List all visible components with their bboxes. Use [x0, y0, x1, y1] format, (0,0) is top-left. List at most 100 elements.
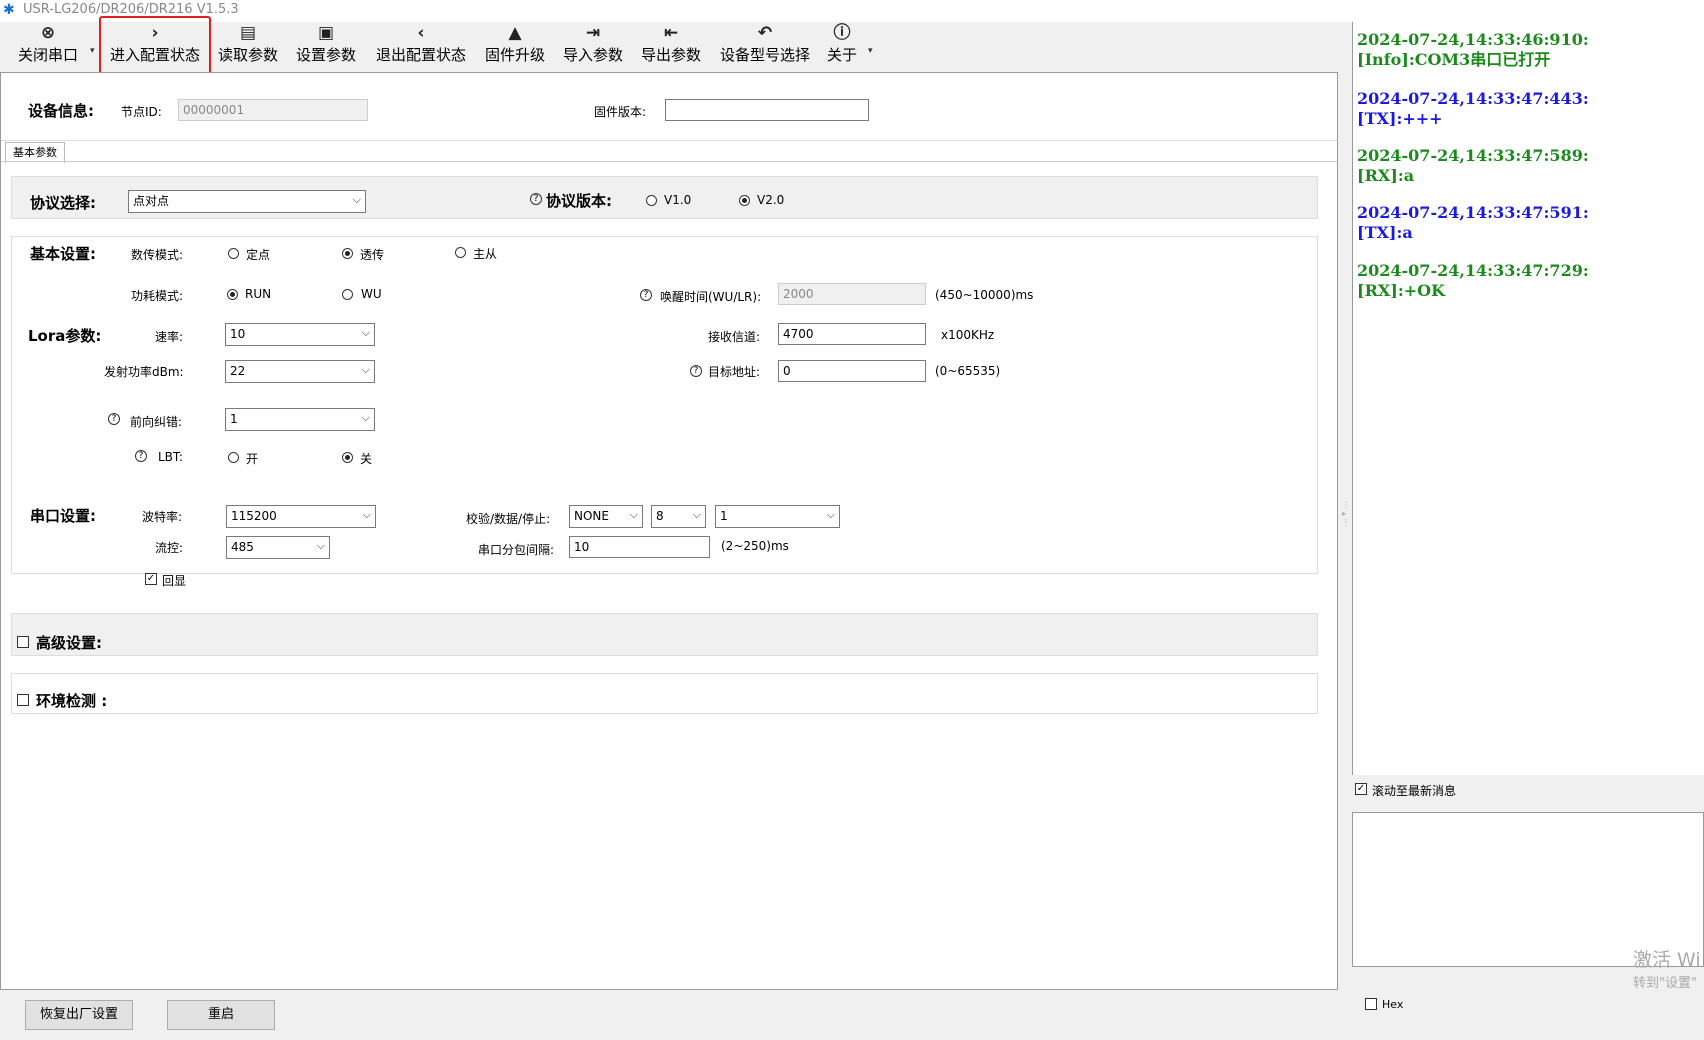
flow-control-label: 流控: [155, 541, 184, 555]
transfer-transparent-radio[interactable] [342, 248, 353, 259]
target-address-field[interactable]: 0 [778, 360, 926, 382]
help-icon[interactable]: ? [108, 413, 120, 425]
help-icon[interactable]: ? [135, 450, 147, 462]
exit-config-button[interactable]: ‹ 退出配置状态 [369, 22, 473, 72]
about-button[interactable]: ⓘ 关于 [824, 22, 860, 72]
rx-channel-unit: x100KHz [941, 328, 995, 342]
flow-control-select[interactable]: 485 ⌵ [226, 536, 330, 559]
log-time: 2024-07-24,14:33:47:589: [1357, 146, 1589, 165]
splitter-handle[interactable]: ⋮ ▸ ⋮ [1342, 500, 1350, 570]
activation-watermark: 激活 Wi [1633, 949, 1701, 971]
device-model-button[interactable]: ↶ 设备型号选择 [714, 22, 816, 72]
log-entry: 2024-07-24,14:33:47:591: [TX]:a [1357, 203, 1589, 243]
fec-select[interactable]: 1 ⌵ [225, 408, 375, 431]
save-icon: ▣ [317, 23, 335, 43]
tab-strip-line [1, 140, 1337, 141]
log-entry: 2024-07-24,14:33:47:729: [RX]:+OK [1357, 261, 1589, 301]
scroll-latest-checkbox[interactable]: ✓ [1355, 783, 1367, 795]
read-params-label: 读取参数 [217, 46, 278, 64]
import-params-button[interactable]: ⇥ 导入参数 [558, 22, 628, 72]
power-run-radio[interactable] [227, 289, 238, 300]
echo-label: 回显 [162, 574, 187, 588]
rx-channel-field[interactable]: 4700 [778, 323, 926, 345]
restore-factory-button[interactable]: 恢复出厂设置 [25, 1000, 133, 1030]
title-bar: ✱ USR-LG206/DR206/DR216 V1.5.3 [0, 0, 1704, 22]
packet-interval-field[interactable]: 10 [569, 536, 710, 558]
wake-time-label: 唤醒时间(WU/LR): [660, 290, 762, 304]
stop-bits-select[interactable]: 1 ⌵ [715, 505, 840, 528]
help-icon[interactable]: ? [530, 193, 542, 205]
log-time: 2024-07-24,14:33:47:591: [1357, 203, 1589, 222]
lbt-off-radio[interactable] [342, 452, 353, 463]
protocol-v2-label: V2.0 [757, 193, 785, 207]
tab-basic-params[interactable]: 基本参数 [5, 142, 65, 163]
protocol-v1-label: V1.0 [664, 193, 692, 207]
parity-data-stop-label: 校验/数据/停止: [466, 512, 551, 526]
flow-control-select-value: 485 [231, 540, 254, 554]
log-panel[interactable]: 2024-07-24,14:33:46:910: [Info]:COM3串口已打… [1352, 22, 1704, 775]
help-icon[interactable]: ? [690, 365, 702, 377]
import-icon: ⇥ [585, 23, 601, 43]
log-message: [Info]:COM3串口已打开 [1357, 50, 1551, 69]
protocol-select[interactable]: 点对点 ⌵ [128, 190, 366, 213]
node-id-field[interactable]: 00000001 [178, 99, 368, 121]
tx-power-label: 发射功率dBm: [104, 365, 184, 379]
chevron-down-icon: ⌵ [362, 508, 371, 521]
send-textarea[interactable] [1352, 812, 1704, 967]
protocol-select-value: 点对点 [133, 194, 170, 208]
lbt-label: LBT: [158, 450, 183, 464]
firmware-upgrade-button[interactable]: ▲ 固件升级 [480, 22, 550, 72]
env-detect-label: 环境检测 : [36, 692, 108, 710]
stop-bits-select-value: 1 [720, 509, 728, 523]
chevron-down-icon: ⌵ [629, 508, 638, 521]
reboot-button[interactable]: 重启 [167, 1000, 275, 1030]
log-time: 2024-07-24,14:33:46:910: [1357, 30, 1589, 49]
power-wu-radio[interactable] [342, 289, 353, 300]
chevron-down-icon: ⌵ [361, 411, 370, 424]
read-params-button[interactable]: ▤ 读取参数 [213, 22, 283, 72]
log-entry: 2024-07-24,14:33:47:443: [TX]:+++ [1357, 89, 1589, 129]
protocol-heading: 协议选择: [30, 194, 96, 212]
help-icon[interactable]: ? [640, 289, 652, 301]
power-wu-label: WU [361, 287, 382, 301]
set-params-button[interactable]: ▣ 设置参数 [291, 22, 361, 72]
lbt-on-radio[interactable] [228, 452, 239, 463]
advanced-checkbox[interactable] [17, 636, 29, 648]
data-bits-select[interactable]: 8 ⌵ [651, 505, 706, 528]
protocol-v1-radio[interactable] [646, 195, 657, 206]
transfer-master-slave-label: 主从 [473, 247, 498, 261]
wake-time-range: (450~10000)ms [935, 288, 1034, 302]
rate-select[interactable]: 10 ⌵ [225, 323, 375, 346]
hex-checkbox[interactable] [1365, 998, 1377, 1010]
node-id-label: 节点ID: [121, 105, 162, 119]
chevron-down-icon: ⌵ [826, 508, 835, 521]
close-port-button[interactable]: ⊗ 关闭串口 [12, 22, 84, 72]
fec-label: 前向纠错: [130, 415, 183, 429]
about-label: 关于 [826, 46, 857, 64]
parity-select[interactable]: NONE ⌵ [569, 505, 643, 528]
baud-rate-select-value: 115200 [231, 509, 277, 523]
env-checkbox[interactable] [17, 694, 29, 706]
tx-power-select[interactable]: 22 ⌵ [225, 360, 375, 383]
log-time: 2024-07-24,14:33:47:443: [1357, 89, 1589, 108]
wake-time-field[interactable]: 2000 [778, 283, 926, 305]
rate-select-value: 10 [230, 327, 246, 341]
protocol-v2-radio[interactable] [739, 195, 750, 206]
location-pin-icon: ⊗ [40, 23, 56, 43]
protocol-version-heading: 协议版本: [546, 192, 612, 210]
transfer-transparent-label: 透传 [360, 248, 385, 262]
toolbar-overflow-icon[interactable]: ▾ [868, 46, 873, 56]
close-port-dropdown-icon[interactable]: ▾ [90, 46, 95, 56]
echo-checkbox[interactable]: ✓ [145, 573, 157, 585]
exit-config-label: 退出配置状态 [375, 46, 466, 64]
chevron-down-icon: ⌵ [352, 193, 361, 206]
window-title: USR-LG206/DR206/DR216 V1.5.3 [23, 2, 239, 17]
baud-rate-select[interactable]: 115200 ⌵ [226, 505, 376, 528]
packet-interval-range: (2~250)ms [721, 539, 789, 553]
transfer-master-slave-radio[interactable] [455, 247, 466, 258]
target-address-range: (0~65535) [935, 364, 1001, 378]
export-params-button[interactable]: ⇤ 导出参数 [636, 22, 706, 72]
transfer-fixed-radio[interactable] [228, 248, 239, 259]
tab-underline [1, 161, 1337, 162]
transfer-fixed-label: 定点 [246, 248, 271, 262]
